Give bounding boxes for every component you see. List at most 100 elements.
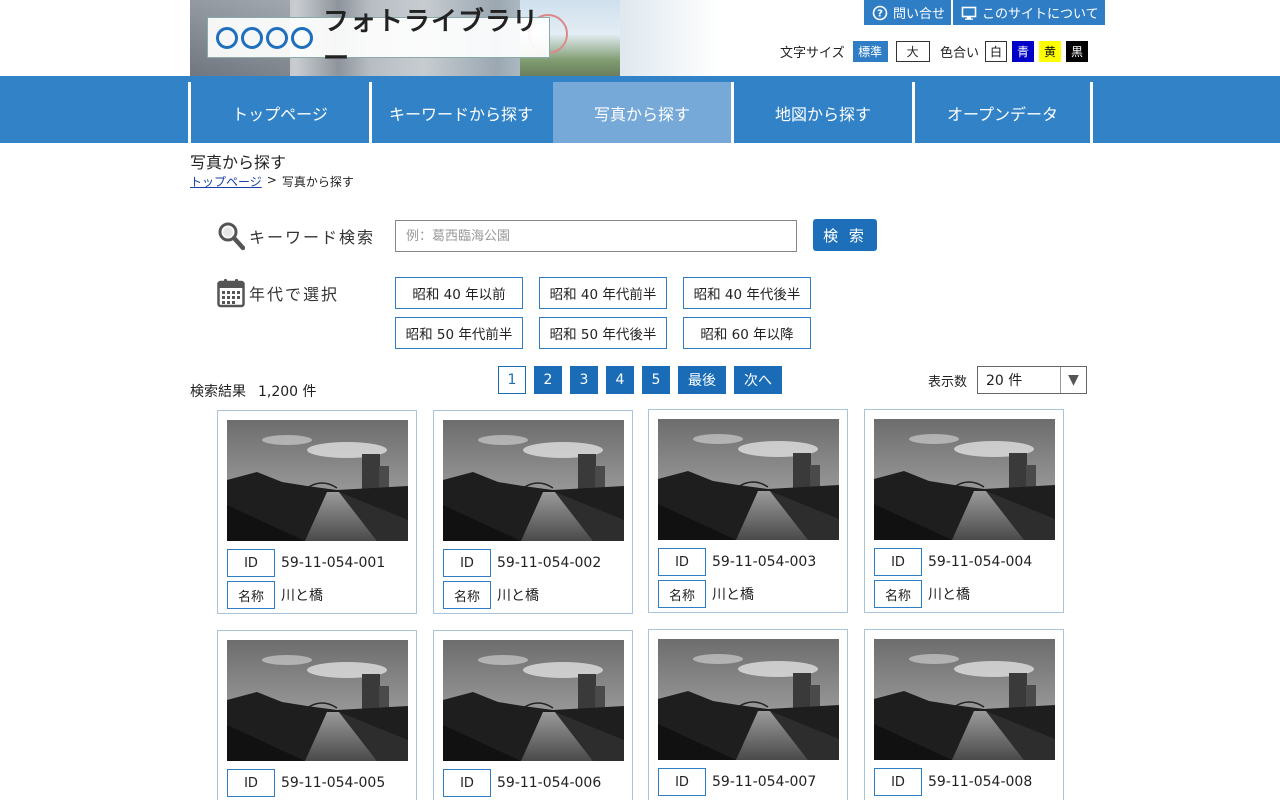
photo-thumbnail-image bbox=[227, 640, 408, 761]
logo-text: フォトライブラリー bbox=[323, 6, 540, 74]
photo-id-tag: ID bbox=[443, 769, 491, 797]
era-select-row: 年代で選択 bbox=[217, 278, 339, 308]
photo-id-value: 59-11-054-006 bbox=[497, 775, 602, 791]
color-white-button[interactable]: 白 bbox=[985, 41, 1008, 62]
photo-card[interactable]: ID 59-11-054-007 名称 川と橋 bbox=[648, 629, 848, 800]
photo-id-row: ID 59-11-054-005 bbox=[227, 769, 385, 797]
photo-id-value: 59-11-054-005 bbox=[281, 775, 386, 791]
photo-card[interactable]: ID 59-11-054-002 名称 川と橋 bbox=[433, 410, 633, 614]
photo-card[interactable]: ID 59-11-054-006 名称 川と橋 bbox=[433, 630, 633, 800]
search-button[interactable]: 検 索 bbox=[813, 219, 877, 251]
text-size-large-button[interactable]: 大 bbox=[895, 41, 930, 62]
color-yellow-button[interactable]: 黄 bbox=[1039, 41, 1062, 62]
question-icon: ? bbox=[872, 5, 888, 20]
photo-id-tag: ID bbox=[874, 768, 922, 796]
photo-thumbnail[interactable] bbox=[658, 639, 839, 760]
about-site-link[interactable]: このサイトについて bbox=[951, 0, 1105, 25]
photo-name-tag: 名称 bbox=[227, 581, 275, 609]
photo-thumbnail[interactable] bbox=[227, 640, 408, 761]
photo-card[interactable]: ID 59-11-054-005 名称 川と橋 bbox=[217, 630, 417, 800]
next-page-button[interactable]: 次へ bbox=[734, 366, 782, 394]
photo-name-tag: 名称 bbox=[874, 580, 922, 608]
photo-thumbnail[interactable] bbox=[874, 419, 1055, 540]
era-option-showa60-after[interactable]: 昭和 60 年以降 bbox=[683, 317, 811, 349]
photo-id-row: ID 59-11-054-003 bbox=[658, 548, 816, 576]
photo-id-value: 59-11-054-001 bbox=[281, 555, 386, 571]
photo-name-value: 川と橋 bbox=[497, 588, 539, 604]
photo-id-value: 59-11-054-008 bbox=[928, 774, 1033, 790]
photo-id-row: ID 59-11-054-006 bbox=[443, 769, 601, 797]
era-option-showa40-before[interactable]: 昭和 40 年以前 bbox=[395, 277, 523, 309]
era-option-showa50s-first-half[interactable]: 昭和 50 年代前半 bbox=[395, 317, 523, 349]
svg-text:?: ? bbox=[877, 8, 883, 19]
photo-id-tag: ID bbox=[658, 548, 706, 576]
photo-card[interactable]: ID 59-11-054-004 名称 川と橋 bbox=[864, 409, 1064, 613]
photo-thumbnail[interactable] bbox=[874, 639, 1055, 760]
photo-name-value: 川と橋 bbox=[712, 587, 754, 603]
page-4-button[interactable]: 4 bbox=[606, 366, 634, 394]
color-scheme-label: 色合い bbox=[940, 46, 980, 61]
photo-id-tag: ID bbox=[874, 548, 922, 576]
photo-name-row: 名称 川と橋 bbox=[443, 581, 539, 609]
site-logo[interactable]: フォトライブラリー bbox=[207, 7, 550, 74]
era-option-showa40s-first-half[interactable]: 昭和 40 年代前半 bbox=[539, 277, 667, 309]
photo-thumbnail[interactable] bbox=[658, 419, 839, 540]
photo-card[interactable]: ID 59-11-054-008 名称 川と橋 bbox=[864, 629, 1064, 800]
nav-top-page[interactable]: トップページ bbox=[188, 82, 369, 143]
photo-thumbnail[interactable] bbox=[443, 640, 624, 761]
era-option-showa40s-second-half[interactable]: 昭和 40 年代後半 bbox=[683, 277, 811, 309]
photo-name-row: 名称 川と橋 bbox=[658, 580, 754, 608]
era-option-showa50s-second-half[interactable]: 昭和 50 年代後半 bbox=[539, 317, 667, 349]
contact-link[interactable]: ? 問い合せ bbox=[864, 0, 952, 25]
breadcrumb-home-link[interactable]: トップページ bbox=[190, 173, 262, 190]
color-black-button[interactable]: 黒 bbox=[1066, 41, 1089, 62]
text-size-standard-button[interactable]: 標準 bbox=[852, 41, 888, 62]
photo-thumbnail-image bbox=[874, 419, 1055, 540]
photo-id-tag: ID bbox=[658, 768, 706, 796]
nav-keyword-search[interactable]: キーワードから探す bbox=[369, 82, 550, 143]
dropdown-arrow-icon: ▼ bbox=[1060, 367, 1086, 393]
monitor-icon bbox=[961, 6, 977, 20]
page-1-button[interactable]: 1 bbox=[498, 366, 526, 394]
photo-name-tag: 名称 bbox=[443, 581, 491, 609]
photo-card[interactable]: ID 59-11-054-001 名称 川と橋 bbox=[217, 410, 417, 614]
results-summary: 検索結果 1,200 件 bbox=[190, 381, 317, 401]
breadcrumb-current: 写真から探す bbox=[281, 175, 354, 189]
breadcrumb-separator: > bbox=[266, 173, 277, 187]
photo-thumbnail[interactable] bbox=[227, 420, 408, 541]
nav-open-data[interactable]: オープンデータ bbox=[912, 82, 1093, 143]
photo-card[interactable]: ID 59-11-054-003 名称 川と橋 bbox=[648, 409, 848, 613]
photo-id-tag: ID bbox=[443, 549, 491, 577]
keyword-search-input[interactable] bbox=[395, 220, 797, 252]
page-3-button[interactable]: 3 bbox=[570, 366, 598, 394]
color-blue-button[interactable]: 青 bbox=[1012, 41, 1035, 62]
page-2-button[interactable]: 2 bbox=[534, 366, 562, 394]
photo-id-row: ID 59-11-054-007 bbox=[658, 768, 816, 796]
photo-thumbnail-image bbox=[658, 639, 839, 760]
photo-thumbnail-image bbox=[443, 640, 624, 761]
photo-thumbnail-image bbox=[658, 419, 839, 540]
about-site-link-label: このサイトについて bbox=[982, 7, 1099, 22]
nav-photo-search[interactable]: 写真から探す bbox=[550, 82, 731, 143]
photo-name-value: 川と橋 bbox=[928, 587, 970, 603]
photo-name-tag: 名称 bbox=[658, 580, 706, 608]
photo-id-value: 59-11-054-002 bbox=[497, 555, 602, 571]
page-5-button[interactable]: 5 bbox=[642, 366, 670, 394]
keyword-search-label: キーワード検索 bbox=[249, 228, 376, 247]
era-select-label: 年代で選択 bbox=[249, 285, 340, 304]
photo-thumbnail-image bbox=[227, 420, 408, 541]
photo-id-tag: ID bbox=[227, 769, 275, 797]
photo-name-row: 名称 川と橋 bbox=[874, 580, 970, 608]
photo-id-value: 59-11-054-004 bbox=[928, 554, 1033, 570]
results-count: 1,200 件 bbox=[258, 384, 317, 400]
photo-id-value: 59-11-054-003 bbox=[712, 554, 817, 570]
per-page-select[interactable]: 20 件 ▼ bbox=[977, 366, 1088, 394]
photo-thumbnail[interactable] bbox=[443, 420, 624, 541]
last-page-button[interactable]: 最後 bbox=[678, 366, 726, 394]
text-size-control: 文字サイズ 標準 大 bbox=[780, 41, 930, 62]
photo-thumbnail-image bbox=[874, 639, 1055, 760]
per-page-selected: 20 件 bbox=[986, 373, 1023, 389]
per-page-label: 表示数 bbox=[928, 374, 968, 390]
breadcrumb: トップページ > 写真から探す bbox=[190, 173, 354, 190]
nav-map-search[interactable]: 地図から探す bbox=[731, 82, 912, 143]
